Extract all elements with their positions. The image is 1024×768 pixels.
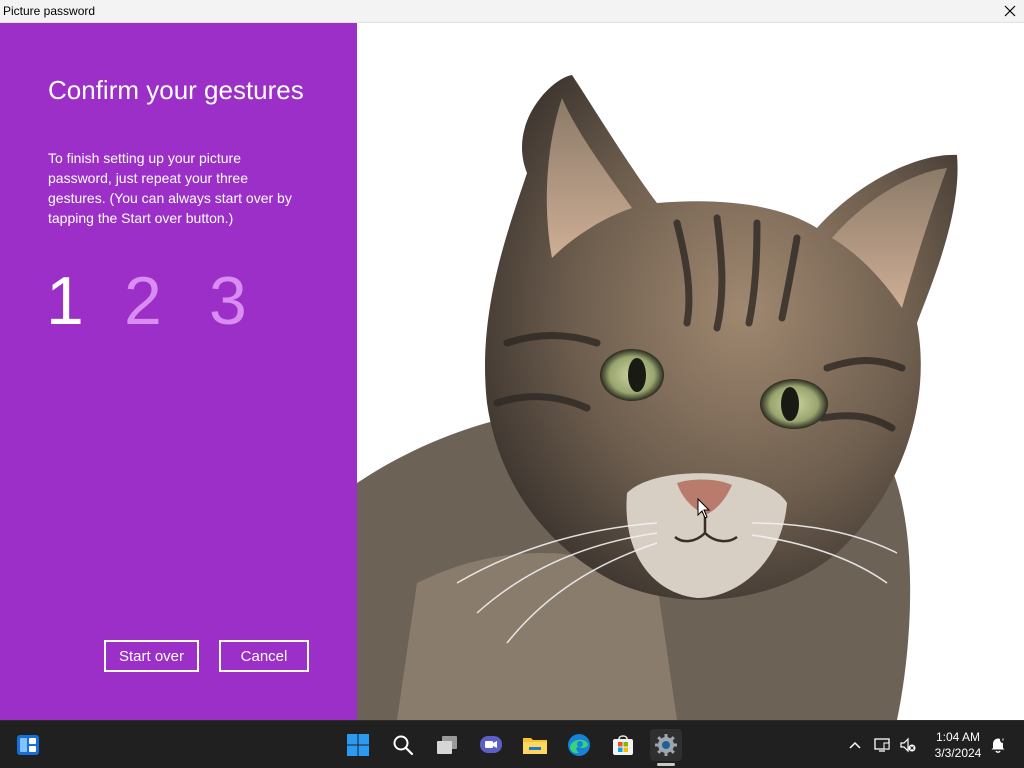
start-button[interactable] [342, 729, 374, 761]
cancel-button[interactable]: Cancel [219, 640, 309, 672]
store-button[interactable] [607, 729, 639, 761]
start-over-button[interactable]: Start over [104, 640, 199, 672]
network-button[interactable] [872, 735, 892, 755]
picture-gesture-area[interactable] [357, 23, 1024, 720]
close-button[interactable] [996, 0, 1024, 22]
volume-button[interactable] [898, 735, 918, 755]
step-3-indicator: 3 [209, 263, 247, 339]
active-app-indicator [657, 763, 675, 766]
instructions-text: To finish setting up your picture passwo… [48, 150, 292, 226]
chevron-up-icon [849, 741, 861, 749]
teams-chat-button[interactable] [475, 729, 507, 761]
page-title: Confirm your gestures [48, 75, 304, 105]
window-title: Picture password [3, 4, 96, 18]
gesture-panel: Confirm your gestures To finish setting … [0, 23, 357, 720]
start-icon [347, 734, 369, 756]
clock-date: 3/3/2024 [934, 746, 982, 760]
network-icon [874, 738, 890, 752]
search-icon [393, 735, 414, 756]
taskbar: 1:04 AM 3/3/2024 [0, 720, 1024, 768]
edge-button[interactable] [563, 729, 595, 761]
notification-icon [991, 737, 1006, 753]
task-view-button[interactable] [431, 729, 463, 761]
cat-picture [357, 75, 958, 720]
widgets-button[interactable] [12, 729, 44, 761]
task-view-icon [437, 736, 457, 754]
settings-button[interactable] [650, 729, 682, 761]
clock[interactable]: 1:04 AM 3/3/2024 [926, 729, 990, 761]
volume-muted-icon [900, 737, 916, 753]
file-explorer-button[interactable] [519, 729, 551, 761]
step-1-indicator: 1 [46, 263, 84, 339]
show-hidden-icons-button[interactable] [845, 735, 865, 755]
settings-icon [655, 734, 677, 756]
mouse-cursor-icon [697, 498, 711, 519]
file-explorer-icon [523, 738, 547, 754]
edge-icon [568, 734, 590, 756]
clock-time: 1:04 AM [935, 730, 981, 744]
search-button[interactable] [387, 729, 419, 761]
widgets-icon [17, 735, 39, 755]
store-icon [613, 735, 633, 755]
teams-chat-icon [480, 736, 502, 753]
close-icon [1004, 5, 1016, 17]
notification-button[interactable] [988, 735, 1008, 755]
title-bar: Picture password [0, 0, 1024, 23]
step-2-indicator: 2 [124, 263, 162, 339]
